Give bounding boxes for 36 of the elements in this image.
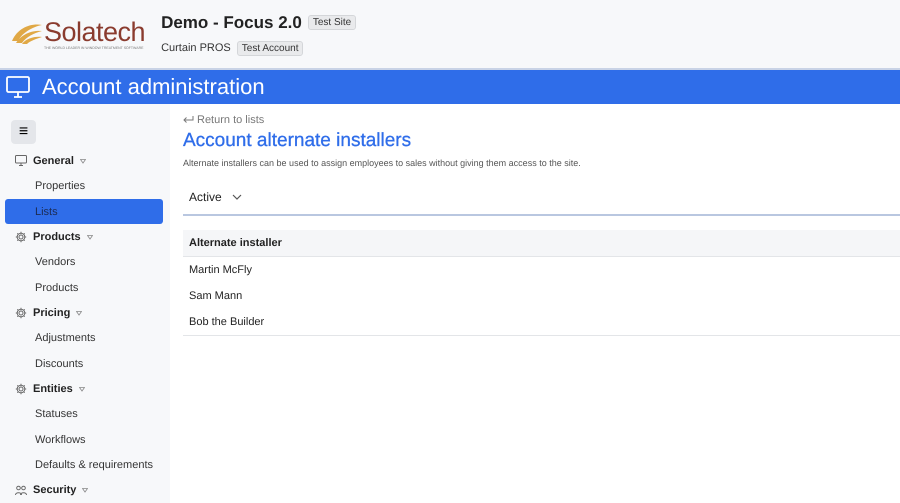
gear-icon xyxy=(15,230,27,243)
table-cell: Bob the Builder xyxy=(183,309,900,336)
column-header: Alternate installer xyxy=(183,230,900,256)
sidebar-item[interactable]: Statuses xyxy=(5,402,163,427)
page-description: Alternate installers can be used to assign employees to sales without giving them access to the site. xyxy=(183,158,582,168)
status-filter[interactable]: Active xyxy=(183,180,900,216)
sidebar-group[interactable]: Products xyxy=(0,224,170,250)
sidebar-group[interactable]: General xyxy=(0,148,170,174)
sidebar-item[interactable]: Properties xyxy=(5,174,163,199)
sidebar-item[interactable]: Products xyxy=(5,274,163,300)
site-badge: Test Site xyxy=(308,15,356,30)
monitor-icon xyxy=(6,76,30,98)
return-arrow-icon xyxy=(183,116,194,124)
account-badge: Test Account xyxy=(236,40,304,56)
sidebar-group[interactable]: Entities xyxy=(0,376,170,402)
sidebar-group[interactable]: Security xyxy=(0,478,170,503)
monitor-icon xyxy=(15,155,27,166)
people-icon xyxy=(15,484,27,496)
sidebar-item[interactable]: Defaults & requirements xyxy=(5,452,163,478)
account-name: Curtain PROS xyxy=(161,42,231,54)
menu-button[interactable]: ≡ xyxy=(11,120,36,144)
gear-icon xyxy=(15,306,27,319)
sidebar-item[interactable]: Vendors xyxy=(5,250,163,275)
sidebar-item[interactable]: Workflows xyxy=(5,426,163,452)
logo-wordmark: Solatech xyxy=(44,18,146,46)
site-title: Demo - Focus 2.0 xyxy=(161,12,302,32)
sidebar-item[interactable]: Discounts xyxy=(5,350,163,376)
page-title: Account administration xyxy=(42,74,265,100)
table-cell: Martin McFly xyxy=(183,256,900,283)
chevron-down-icon xyxy=(232,194,242,200)
sidebar-group[interactable]: Pricing xyxy=(0,300,170,326)
page-heading: Account alternate installers xyxy=(183,130,412,152)
table-cell-text: Sam Mann xyxy=(188,289,244,304)
sidebar-item[interactable]: Adjustments xyxy=(5,326,163,351)
gear-icon xyxy=(15,382,27,395)
back-link[interactable]: Return to lists xyxy=(183,114,264,126)
